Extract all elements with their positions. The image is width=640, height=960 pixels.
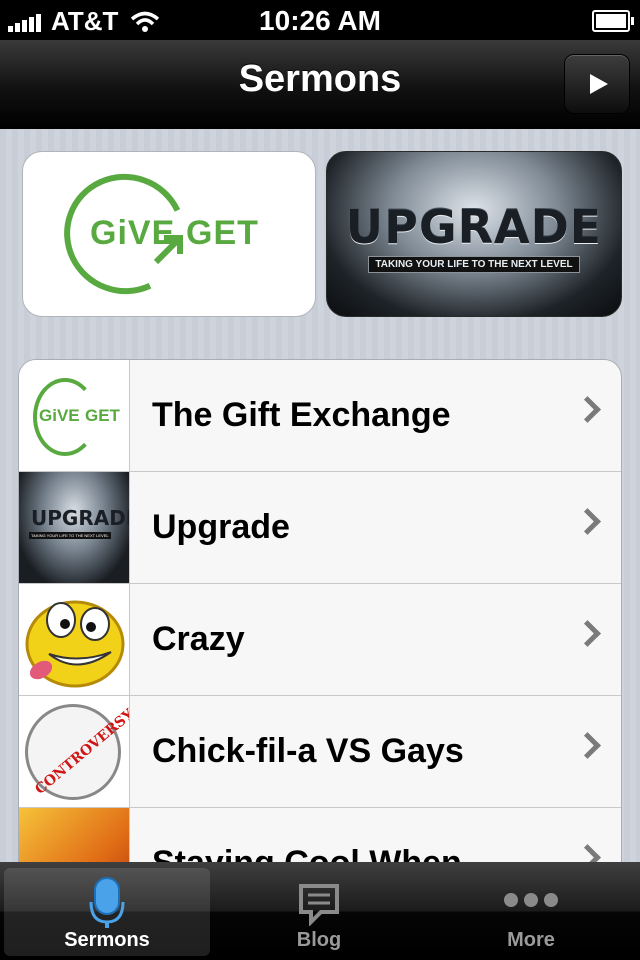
list-item[interactable]: UPGRADE TAKING YOUR LIFE TO THE NEXT LEV… xyxy=(19,472,621,584)
crazy-face-thumbnail xyxy=(19,584,130,695)
list-item[interactable]: Staying Cool When xyxy=(19,808,621,862)
crazy-face-icon xyxy=(25,600,125,688)
chevron-right-icon xyxy=(574,508,601,535)
chevron-right-icon xyxy=(574,620,601,647)
give-get-thumbnail: GiVE GET xyxy=(19,360,130,471)
thumb-upgrade-sub: TAKING YOUR LIFE TO THE NEXT LEVEL xyxy=(29,532,111,539)
tab-label: Blog xyxy=(296,929,342,951)
thumb-get-word: GET xyxy=(85,406,120,425)
tab-blog[interactable]: Blog xyxy=(216,868,422,956)
navigation-bar: Sermons xyxy=(0,40,640,129)
tab-bar: Sermons Blog More xyxy=(0,862,640,960)
chevron-right-icon xyxy=(574,844,601,862)
list-item[interactable]: Crazy xyxy=(19,584,621,696)
sermon-list: GiVE GET The Gift Exchange UPGRADE TAKIN… xyxy=(18,359,622,862)
chevron-right-icon xyxy=(574,732,601,759)
page-title: Sermons xyxy=(238,58,402,100)
chevron-right-icon xyxy=(574,396,601,423)
sermons-content[interactable]: GiVE GET UPGRADE TAKING YOUR LIFE TO THE… xyxy=(0,129,640,862)
get-word: GET xyxy=(186,214,259,252)
status-time: 10:26 AM xyxy=(259,5,381,36)
featured-give-get[interactable]: GiVE GET xyxy=(22,151,316,317)
microphone-icon xyxy=(89,877,125,928)
upgrade-thumbnail: UPGRADE TAKING YOUR LIFE TO THE NEXT LEV… xyxy=(19,472,130,583)
status-bar: AT&T 10:26 AM xyxy=(0,0,640,40)
tab-more[interactable]: More xyxy=(428,868,634,956)
upgrade-title: UPGRADE xyxy=(345,200,603,254)
play-button[interactable] xyxy=(564,54,630,114)
list-item-label: Chick-fil-a VS Gays xyxy=(152,732,464,770)
list-item-label: Staying Cool When xyxy=(152,844,462,862)
give-get-logo: GiVE GET xyxy=(47,156,274,312)
thumb-give-word: GiVE xyxy=(39,406,80,425)
speech-bubble-icon xyxy=(299,884,339,926)
list-item-label: Crazy xyxy=(152,620,245,658)
featured-upgrade[interactable]: UPGRADE TAKING YOUR LIFE TO THE NEXT LEV… xyxy=(326,151,622,317)
list-item[interactable]: GiVE GET The Gift Exchange xyxy=(19,360,621,472)
tab-sermons[interactable]: Sermons xyxy=(4,868,210,956)
play-icon xyxy=(590,74,608,94)
upgrade-logo: UPGRADE TAKING YOUR LIFE TO THE NEXT LEV… xyxy=(327,200,621,273)
tab-label: More xyxy=(507,929,555,951)
thumb-upgrade-title: UPGRADE xyxy=(31,506,130,530)
list-item-label: The Gift Exchange xyxy=(152,396,451,434)
give-word: GiVE xyxy=(90,214,176,252)
list-item-label: Upgrade xyxy=(152,508,290,546)
list-item[interactable]: CONTROVERSY Chick-fil-a VS Gays xyxy=(19,696,621,808)
upgrade-subtitle: TAKING YOUR LIFE TO THE NEXT LEVEL xyxy=(368,256,580,273)
staying-cool-thumbnail xyxy=(19,808,130,862)
tab-label: Sermons xyxy=(64,929,150,951)
battery-icon xyxy=(592,10,634,32)
more-dots-icon xyxy=(504,893,558,907)
controversy-thumbnail: CONTROVERSY xyxy=(19,696,130,807)
